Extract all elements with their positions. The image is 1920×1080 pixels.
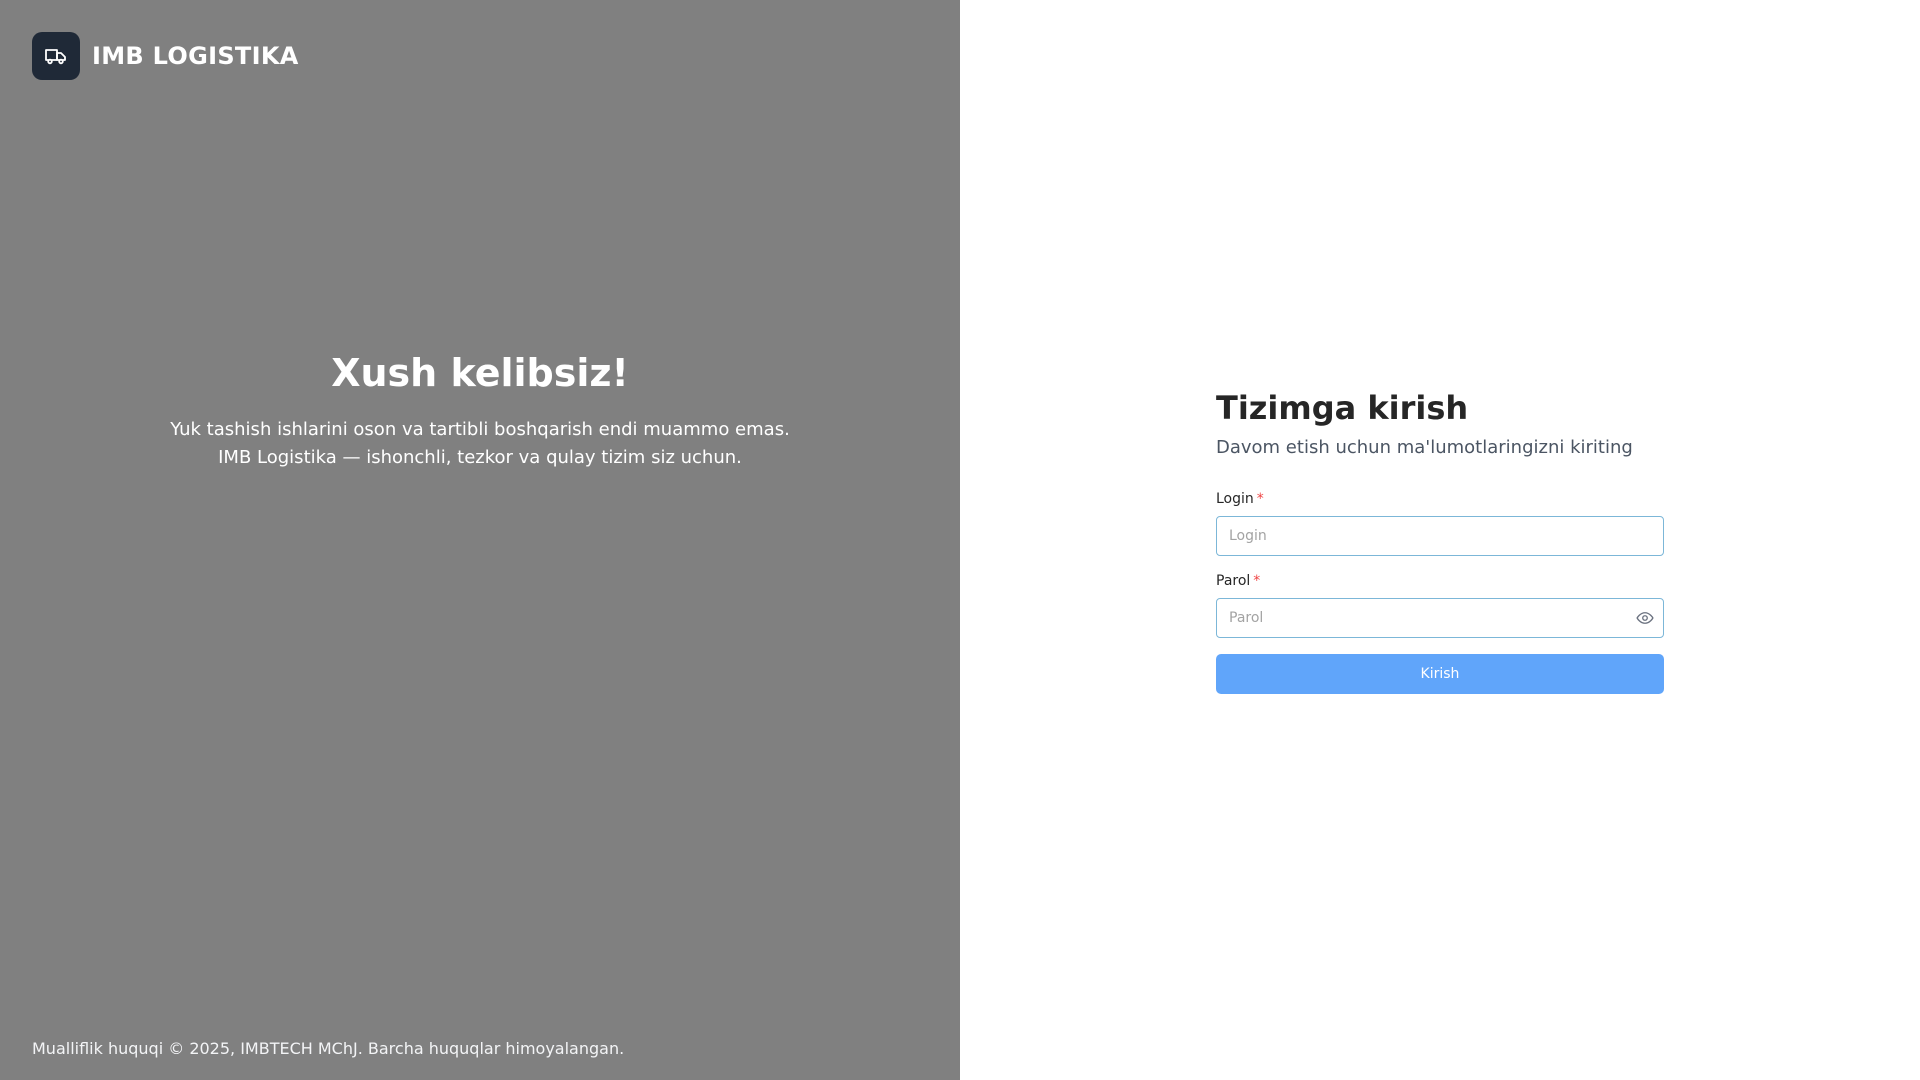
welcome-title: Xush kelibsiz! [331, 351, 629, 395]
login-label-text: Login [1216, 491, 1254, 507]
login-page: IMB LOGISTIKA Xush kelibsiz! Yuk tashish… [0, 0, 1920, 1080]
login-field-group: Login * [1216, 490, 1664, 556]
password-input[interactable] [1216, 598, 1664, 638]
welcome-text-line-1: Yuk tashish ishlarini oson va tartibli b… [170, 419, 790, 440]
brand-name: IMB LOGISTIKA [92, 42, 299, 70]
login-input-wrap [1216, 516, 1664, 556]
login-panel: Tizimga kirish Davom etish uchun ma'lumo… [960, 0, 1920, 1080]
copyright-text: Mualliflik huquqi © 2025, IMBTECH MChJ. … [32, 1039, 625, 1058]
welcome-block: Xush kelibsiz! Yuk tashish ishlarini oso… [0, 350, 960, 472]
truck-icon [45, 49, 66, 65]
password-field-group: Parol * [1216, 572, 1664, 638]
password-label-text: Parol [1216, 573, 1251, 589]
login-form-title: Tizimga kirish [1216, 389, 1469, 427]
brand: IMB LOGISTIKA [32, 32, 299, 80]
password-input-wrap [1216, 598, 1664, 638]
login-submit-button[interactable]: Kirish [1216, 654, 1664, 694]
login-required-mark: * [1256, 491, 1264, 507]
login-form-subtitle: Davom etish uchun ma'lumotlaringizni kir… [1216, 437, 1633, 458]
welcome-text-line-2: IMB Logistika — ishonchli, tezkor va qul… [218, 447, 742, 468]
eye-icon[interactable] [1636, 609, 1654, 627]
password-label: Parol * [1216, 572, 1664, 590]
password-required-mark: * [1253, 573, 1261, 589]
login-label: Login * [1216, 490, 1664, 508]
login-input[interactable] [1216, 516, 1664, 556]
login-form: Tizimga kirish Davom etish uchun ma'lumo… [1216, 388, 1664, 694]
brand-logo [32, 32, 80, 80]
welcome-panel: IMB LOGISTIKA Xush kelibsiz! Yuk tashish… [0, 0, 960, 1080]
